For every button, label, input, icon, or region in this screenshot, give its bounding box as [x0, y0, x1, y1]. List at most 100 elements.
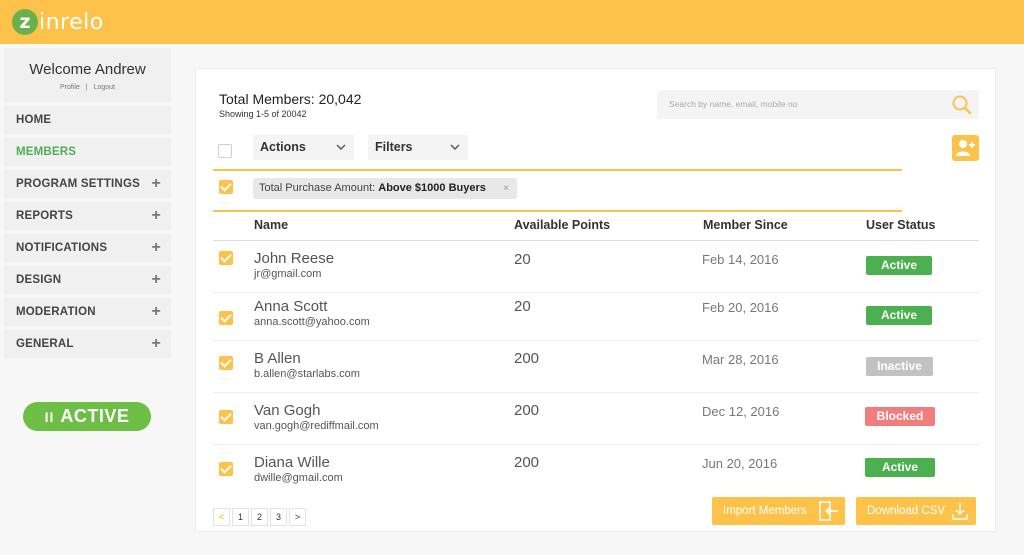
chevron-down-icon: [450, 135, 460, 169]
member-name[interactable]: Anna Scott: [254, 298, 327, 315]
column-header-points[interactable]: Available Points: [514, 218, 610, 232]
sidebar-item-design[interactable]: DESIGN +: [4, 266, 171, 294]
import-members-button[interactable]: Import Members: [712, 497, 845, 525]
sidebar-item-label: HOME: [16, 114, 52, 126]
status-badge: Active: [865, 458, 935, 477]
sidebar-item-label: REPORTS: [16, 210, 73, 222]
expand-plus-icon[interactable]: +: [151, 266, 161, 294]
program-active-toggle[interactable]: II ACTIVE: [23, 402, 151, 431]
expand-plus-icon[interactable]: +: [151, 330, 161, 358]
row-divider: [213, 340, 979, 341]
sidebar-item-reports[interactable]: REPORTS +: [4, 202, 171, 230]
actions-label: Actions: [260, 140, 306, 154]
top-bar: z inrelo: [0, 0, 1024, 44]
prev-page-button[interactable]: <: [213, 508, 230, 526]
add-member-button[interactable]: [952, 135, 979, 161]
download-csv-label: Download CSV: [867, 505, 945, 517]
member-email: b.allen@starlabs.com: [254, 368, 360, 380]
next-page-button[interactable]: >: [289, 508, 306, 526]
select-all-checkbox[interactable]: [218, 144, 232, 158]
expand-plus-icon[interactable]: +: [151, 234, 161, 262]
welcome-title: Welcome Andrew: [29, 61, 146, 78]
chevron-down-icon: [336, 135, 346, 169]
total-members: Total Members: 20,042: [219, 91, 362, 107]
welcome-box: Welcome Andrew Profile | Logout: [4, 48, 171, 102]
sidebar-item-label: DESIGN: [16, 274, 62, 286]
sidebar-item-label: MEMBERS: [16, 146, 77, 158]
member-name[interactable]: Diana Wille: [254, 454, 330, 471]
sidebar-item-general[interactable]: GENERAL +: [4, 330, 171, 358]
import-members-label: Import Members: [723, 505, 807, 517]
sidebar-item-label: NOTIFICATIONS: [16, 242, 108, 254]
program-status-label: ACTIVE: [60, 406, 130, 426]
link-separator: |: [85, 84, 88, 91]
member-email: dwille@gmail.com: [254, 472, 343, 484]
sidebar-item-moderation[interactable]: MODERATION +: [4, 298, 171, 326]
member-points: 20: [514, 298, 531, 315]
filter-checkbox[interactable]: [219, 180, 233, 194]
member-name[interactable]: B Allen: [254, 350, 301, 367]
filter-value: Above $1000 Buyers: [378, 182, 486, 194]
expand-plus-icon[interactable]: +: [151, 298, 161, 326]
remove-filter-icon[interactable]: ×: [503, 178, 509, 199]
page-3-button[interactable]: 3: [270, 508, 287, 526]
row-checkbox[interactable]: [219, 251, 233, 265]
search-input[interactable]: Search by name, email, mobile no: [657, 90, 979, 119]
member-points: 200: [514, 350, 540, 367]
row-checkbox[interactable]: [219, 410, 233, 424]
row-checkbox[interactable]: [219, 356, 233, 370]
sidebar: Welcome Andrew Profile | Logout HOME MEM…: [4, 48, 171, 358]
divider: [213, 210, 902, 212]
sidebar-item-home[interactable]: HOME: [4, 106, 171, 134]
expand-plus-icon[interactable]: +: [151, 202, 161, 230]
search-placeholder: Search by name, email, mobile no: [669, 99, 798, 109]
row-checkbox[interactable]: [219, 462, 233, 476]
pause-icon: II: [44, 408, 55, 425]
member-since: Feb 20, 2016: [702, 300, 779, 315]
status-badge: Active: [866, 256, 932, 275]
download-icon: [950, 501, 970, 532]
sidebar-item-notifications[interactable]: NOTIFICATIONS +: [4, 234, 171, 262]
member-since: Jun 20, 2016: [702, 456, 778, 471]
column-header-status[interactable]: User Status: [866, 218, 935, 232]
page-1-button[interactable]: 1: [232, 508, 249, 526]
member-points: 200: [514, 454, 540, 471]
member-points: 200: [514, 402, 540, 419]
filter-key: Total Purchase Amount:: [259, 182, 376, 194]
member-since: Mar 28, 2016: [702, 352, 779, 367]
sidebar-item-label: GENERAL: [16, 338, 74, 350]
divider: [213, 169, 902, 171]
status-badge: Inactive: [866, 357, 933, 376]
logout-link[interactable]: Logout: [94, 84, 115, 91]
row-divider: [213, 444, 979, 445]
member-points: 20: [514, 251, 531, 268]
column-header-name[interactable]: Name: [254, 218, 288, 232]
zinrelo-logo[interactable]: z inrelo: [12, 8, 104, 36]
column-header-member-since[interactable]: Member Since: [703, 218, 788, 232]
search-icon[interactable]: [951, 94, 973, 121]
member-name[interactable]: John Reese: [254, 250, 334, 267]
member-email: van.gogh@rediffmail.com: [254, 420, 379, 432]
header-divider: [213, 240, 979, 241]
import-icon: [817, 501, 839, 532]
row-divider: [213, 392, 979, 393]
member-email: anna.scott@yahoo.com: [254, 316, 370, 328]
filters-label: Filters: [375, 140, 413, 154]
member-since: Feb 14, 2016: [702, 252, 779, 267]
sidebar-item-program-settings[interactable]: PROGRAM SETTINGS +: [4, 170, 171, 198]
showing-count: Showing 1-5 of 20042: [219, 109, 307, 119]
active-filter-chip[interactable]: Total Purchase Amount: Above $1000 Buyer…: [253, 178, 517, 199]
expand-plus-icon[interactable]: +: [151, 170, 161, 198]
member-email: jr@gmail.com: [254, 268, 322, 280]
logo-wordmark: inrelo: [39, 9, 104, 35]
member-name[interactable]: Van Gogh: [254, 402, 320, 419]
page-2-button[interactable]: 2: [251, 508, 268, 526]
sidebar-item-label: MODERATION: [16, 306, 96, 318]
filters-dropdown[interactable]: Filters: [368, 135, 468, 160]
sidebar-item-label: PROGRAM SETTINGS: [16, 178, 140, 190]
actions-dropdown[interactable]: Actions: [253, 135, 354, 160]
download-csv-button[interactable]: Download CSV: [856, 497, 976, 525]
row-checkbox[interactable]: [219, 311, 233, 325]
profile-link[interactable]: Profile: [60, 84, 80, 91]
sidebar-item-members[interactable]: MEMBERS: [4, 138, 171, 166]
